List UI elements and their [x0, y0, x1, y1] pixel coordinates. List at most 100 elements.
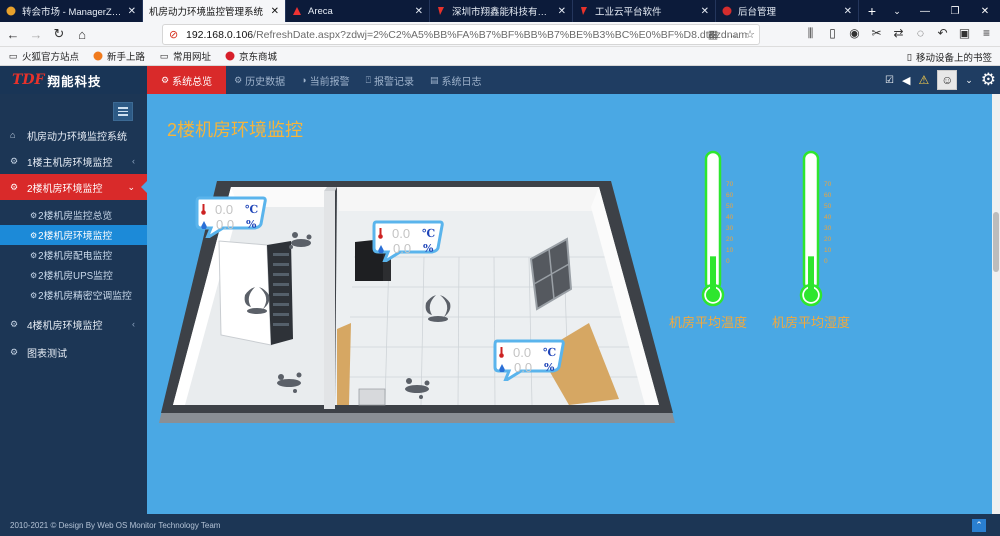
- screenshot-icon[interactable]: ✂: [869, 26, 884, 41]
- nav-system-overview[interactable]: ⚙ 系统总览: [147, 66, 227, 99]
- cogs-icon: ⚙: [30, 250, 38, 260]
- footer-copyright: 2010-2021 © Design By Web OS Monitor Tec…: [10, 520, 221, 530]
- checkbox-icon[interactable]: ☑: [885, 75, 894, 86]
- close-tab-icon[interactable]: ✕: [844, 6, 852, 17]
- browser-tab-industrial-cloud[interactable]: 工业云平台软件 ✕: [573, 0, 716, 22]
- translate-icon[interactable]: ⇄: [891, 26, 906, 41]
- scale-tick: 10: [824, 247, 832, 254]
- chat-icon[interactable]: ◌: [913, 26, 928, 41]
- folder-icon: ▭: [159, 50, 169, 61]
- more-icon[interactable]: …: [726, 28, 737, 41]
- brand-logo[interactable]: TDF 翔能科技: [0, 66, 147, 94]
- browser-tab-monitor[interactable]: 机房动力环境监控管理系统 ✕: [143, 0, 286, 22]
- maximize-icon[interactable]: ❐: [940, 0, 970, 22]
- sidebar-item-floor1[interactable]: ⚙ 1楼主机房环境监控 ‹: [0, 148, 147, 174]
- cogs-icon: ⚙: [161, 74, 170, 85]
- cogs-icon: ⚙: [30, 290, 38, 300]
- bookmark-item[interactable]: 京东商城: [225, 49, 277, 63]
- undo-icon[interactable]: ↶: [935, 26, 950, 41]
- close-tab-icon[interactable]: ✕: [558, 6, 566, 17]
- water-drop-icon: [378, 244, 384, 253]
- chevron-left-icon: ‹: [132, 319, 135, 329]
- extension-icon[interactable]: ▣: [957, 26, 972, 41]
- close-tab-icon[interactable]: ✕: [415, 6, 423, 17]
- back-icon[interactable]: ←: [3, 24, 23, 44]
- account-icon[interactable]: ◉: [847, 26, 862, 41]
- cogs-icon: ⚙: [30, 210, 38, 220]
- menu-icon[interactable]: ≡: [979, 26, 994, 41]
- temperature-value: 0.0: [392, 226, 411, 241]
- bookmark-item[interactable]: 新手上路: [93, 49, 145, 63]
- insecure-connection-icon[interactable]: ⊘: [169, 29, 181, 41]
- sidebar-item-floor2[interactable]: ⚙ 2楼机房环境监控 ⌄: [0, 174, 147, 200]
- scroll-to-top-button[interactable]: ⌃: [972, 519, 986, 532]
- table-icon: ▤: [430, 74, 439, 85]
- browser-tab-areca[interactable]: Areca ✕: [286, 0, 430, 22]
- scrollbar-thumb[interactable]: [993, 212, 999, 272]
- browser-tab-strip: 转会市场 - ManagerZone ✕ 机房动力环境监控管理系统 ✕ Arec…: [0, 0, 1000, 22]
- sidebar-item-floor4[interactable]: ⚙ 4楼机房环境监控 ‹: [0, 311, 147, 337]
- library-icon[interactable]: ⫼: [803, 26, 818, 41]
- thermometer-gauge-humidity: 70 60 50 40 30 20 10 0: [797, 150, 831, 308]
- new-tab-button[interactable]: +: [859, 0, 885, 22]
- thermometer-icon: [378, 228, 383, 239]
- sidebar-subitem-overview[interactable]: ⚙ 2楼机房监控总览: [0, 205, 147, 225]
- nav-system-log[interactable]: ▤ 系统日志: [422, 66, 490, 94]
- reload-icon[interactable]: ↻: [49, 24, 69, 44]
- nav-label: 历史数据: [245, 76, 286, 88]
- gear-icon[interactable]: ⚙: [981, 70, 996, 90]
- sidebar-subitem-aircon[interactable]: ⚙ 2楼机房精密空调监控: [0, 285, 147, 305]
- scale-tick: 0: [824, 258, 828, 265]
- forward-icon[interactable]: →: [26, 24, 46, 44]
- warning-icon[interactable]: ⚠: [918, 73, 929, 87]
- footer: 2010-2021 © Design By Web OS Monitor Tec…: [0, 514, 1000, 536]
- sensor-panel-2[interactable]: 0.0 ℃ 0.0 %: [372, 218, 444, 262]
- thermometer-graphic: [799, 150, 823, 307]
- sidebar-subitem-ups[interactable]: ⚙ 2楼机房UPS监控: [0, 265, 147, 285]
- bookmark-item[interactable]: ▭ 常用网址: [159, 49, 211, 64]
- browser-tab-company[interactable]: 深圳市翔鑫能科技有限公司 ✕: [430, 0, 573, 22]
- home-icon[interactable]: ⌂: [72, 24, 92, 44]
- minimize-icon[interactable]: —: [910, 0, 940, 22]
- page-scrollbar[interactable]: [992, 94, 1000, 514]
- close-tab-icon[interactable]: ✕: [128, 6, 136, 17]
- browser-tab-admin[interactable]: 后台管理 ✕: [716, 0, 859, 22]
- app-header: TDF 翔能科技 ⚙ 系统总览 ⚙ 历史数据 ◑ 当前报警 ⍞ 报警记录 ▤ 系…: [0, 66, 1000, 99]
- nav-alarm-records[interactable]: ⍞ 报警记录: [358, 66, 422, 94]
- avatar[interactable]: ☺: [937, 70, 958, 90]
- mobile-bookmarks[interactable]: ▯ 移动设备上的书签: [907, 50, 992, 65]
- humidity-value: 0.0: [514, 360, 533, 375]
- bookmark-label: 火狐官方站点: [22, 52, 80, 63]
- humidity-value: 0.0: [216, 217, 235, 232]
- cogs-icon: ⚙: [10, 155, 19, 166]
- brand-name: 翔能科技: [47, 73, 102, 89]
- scale-tick: 10: [726, 247, 734, 254]
- sidebar-item-chart-test[interactable]: ⚙ 图表测试: [0, 339, 147, 365]
- sidebar-subitem-power[interactable]: ⚙ 2楼机房配电监控: [0, 245, 147, 265]
- bookmark-item[interactable]: ▭ 火狐官方站点: [8, 49, 80, 64]
- volume-icon[interactable]: ◀: [902, 74, 910, 87]
- sidebar-item-system[interactable]: ⌂ 机房动力环境监控系统: [0, 122, 147, 148]
- scale-tick: 60: [824, 192, 832, 199]
- close-tab-icon[interactable]: ✕: [701, 6, 709, 17]
- nav-current-alarms[interactable]: ◑ 当前报警: [293, 66, 357, 94]
- chevron-down-icon[interactable]: ⌄: [965, 75, 973, 86]
- sidebar-icon[interactable]: ▯: [825, 26, 840, 41]
- scale-tick: 70: [726, 181, 734, 188]
- browser-tab-managerzone[interactable]: 转会市场 - ManagerZone ✕: [0, 0, 143, 22]
- bookmark-star-icon[interactable]: ☆: [745, 28, 755, 41]
- nav-history-data[interactable]: ⚙ 历史数据: [226, 66, 293, 94]
- close-tab-icon[interactable]: ✕: [271, 6, 279, 17]
- tab-list-icon[interactable]: ⌄: [885, 0, 909, 22]
- tab-title: Areca: [308, 5, 333, 17]
- areca-icon: [292, 6, 302, 16]
- sidebar-toggle-button[interactable]: [113, 102, 133, 121]
- thermometer-label-temperature: 机房平均温度: [669, 315, 748, 330]
- sensor-panel-1[interactable]: 0.0 ℃ 0.0 %: [195, 194, 267, 238]
- page-title: 2楼机房环境监控: [167, 120, 304, 140]
- close-window-icon[interactable]: ✕: [970, 0, 1000, 22]
- sensor-panel-3[interactable]: 0.0 ℃ 0.0 %: [493, 337, 565, 381]
- address-bar[interactable]: ⊘ 192.168.0.106 /RefreshDate.aspx?zdwj=2…: [162, 24, 760, 45]
- qr-code-icon[interactable]: ▦: [708, 28, 718, 41]
- sidebar-subitem-environment[interactable]: ⚙ 2楼机房环境监控: [0, 225, 147, 245]
